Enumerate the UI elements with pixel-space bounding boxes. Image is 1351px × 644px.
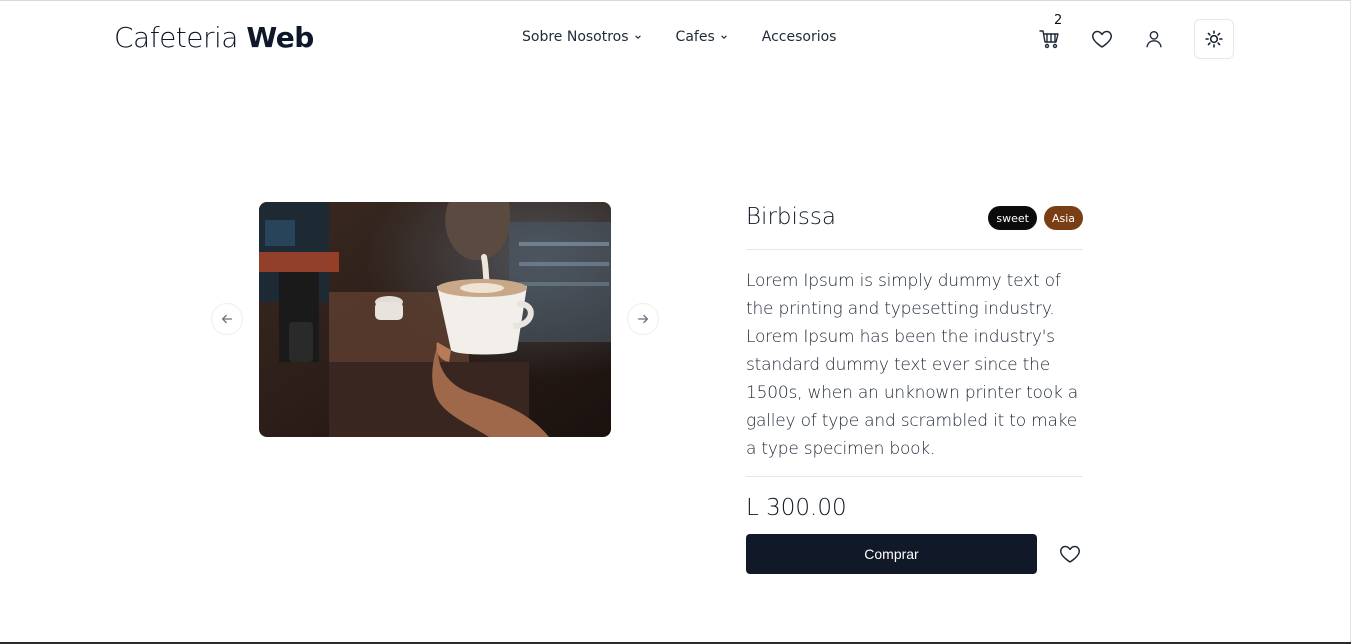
- product-image-carousel: [210, 202, 660, 438]
- nav-label: Cafes: [675, 29, 715, 45]
- wishlist-button[interactable]: [1082, 19, 1122, 59]
- latte-pour-photo: [259, 202, 611, 437]
- cart-icon: [1039, 30, 1059, 49]
- product-tags: sweet Asia: [988, 206, 1083, 230]
- user-icon: [1146, 30, 1162, 48]
- product-info: Birbissa sweet Asia Lorem Ipsum is simpl…: [746, 200, 1083, 574]
- account-button[interactable]: [1134, 19, 1174, 59]
- nav-label: Sobre Nosotros: [522, 29, 629, 45]
- nav-item-sobre-nosotros[interactable]: Sobre Nosotros: [522, 29, 642, 45]
- product-description: Lorem Ipsum is simply dummy text of the …: [746, 250, 1083, 477]
- logo-text-bold: Web: [246, 21, 314, 54]
- nav-label: Accesorios: [761, 29, 837, 45]
- product-photo: [259, 202, 611, 437]
- cart-count-badge: 2: [1054, 13, 1063, 28]
- tag-badge-asia: Asia: [1043, 206, 1083, 230]
- product-title: Birbissa: [746, 204, 836, 230]
- purchase-row: Comprar: [746, 534, 1083, 574]
- product-title-row: Birbissa sweet Asia: [746, 200, 1083, 250]
- logo-text-light: Cafeteria: [114, 21, 247, 54]
- chevron-down-icon: [720, 35, 727, 39]
- product-price: L 300.00: [746, 495, 847, 521]
- cart-button[interactable]: 2: [1030, 13, 1070, 59]
- site-header: Cafeteria Web Sobre Nosotros Cafes Acces…: [0, 1, 1351, 73]
- heart-icon: [1092, 30, 1112, 48]
- theme-toggle-button[interactable]: [1194, 19, 1234, 59]
- heart-icon: [1060, 545, 1080, 563]
- site-logo[interactable]: Cafeteria Web: [114, 21, 314, 54]
- chevron-down-icon: [634, 35, 641, 39]
- add-to-favorites-button[interactable]: [1056, 540, 1084, 568]
- carousel-prev-button[interactable]: [211, 303, 243, 335]
- main-nav: Sobre Nosotros Cafes Accesorios: [522, 29, 836, 45]
- carousel-next-button[interactable]: [627, 303, 659, 335]
- nav-item-accesorios[interactable]: Accesorios: [762, 29, 837, 45]
- arrow-left-icon: [221, 314, 233, 324]
- tag-badge-sweet: sweet: [988, 206, 1037, 230]
- nav-item-cafes[interactable]: Cafes: [676, 29, 728, 45]
- sun-icon: [1205, 30, 1223, 48]
- buy-button[interactable]: Comprar: [746, 534, 1037, 574]
- arrow-right-icon: [637, 314, 649, 324]
